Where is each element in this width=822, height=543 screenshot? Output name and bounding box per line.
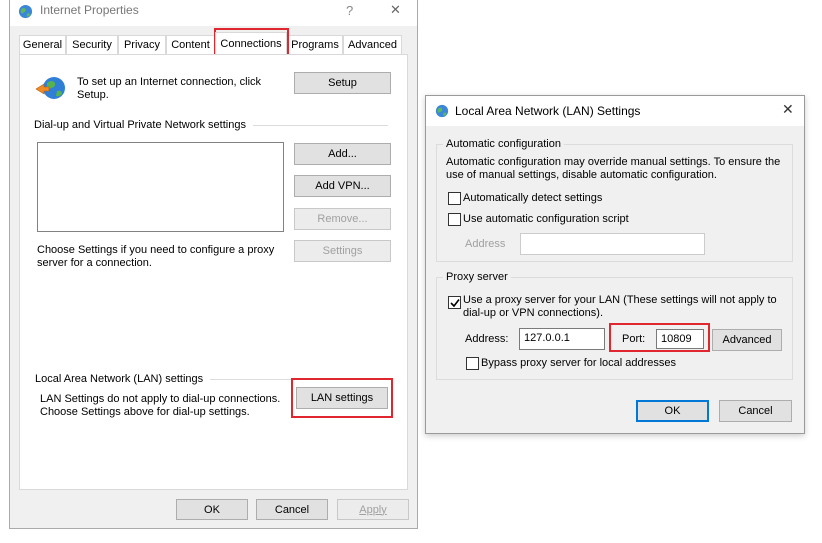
ok-button[interactable]: OK: [176, 499, 248, 520]
proxy-address-input[interactable]: 127.0.0.1: [519, 328, 605, 350]
dialog-title: Local Area Network (LAN) Settings: [455, 104, 641, 118]
port-input[interactable]: 10809: [656, 329, 704, 349]
add-button[interactable]: Add...: [294, 143, 391, 165]
proxy-hint: Choose Settings if you need to configure…: [37, 244, 275, 269]
lan-group-label: Local Area Network (LAN) settings: [35, 373, 204, 385]
internet-properties-window: Internet Properties ? ✕ General Security…: [9, 0, 418, 529]
tab-label: General: [22, 39, 63, 51]
lan-settings-button[interactable]: LAN settings: [296, 387, 388, 409]
auto-config-description: Automatic configuration may override man…: [446, 156, 781, 181]
bypass-checkbox[interactable]: [466, 357, 479, 370]
tab-label: Programs: [291, 39, 339, 51]
close-icon[interactable]: ✕: [390, 3, 401, 16]
advanced-button[interactable]: Advanced: [712, 329, 782, 351]
use-proxy-label[interactable]: Use a proxy server for your LAN (These s…: [463, 294, 788, 320]
internet-connection-wizard-icon: [34, 75, 66, 103]
dialup-group-label: Dial-up and Virtual Private Network sett…: [34, 119, 246, 131]
proxy-group-label: Proxy server: [443, 271, 511, 284]
lan-description: LAN Settings do not apply to dial-up con…: [40, 393, 281, 418]
tab-label: Security: [72, 39, 112, 51]
script-address-input[interactable]: [520, 233, 705, 255]
tab-label: Advanced: [348, 39, 397, 51]
cancel-button[interactable]: Cancel: [256, 499, 328, 520]
lan-settings-dialog: Local Area Network (LAN) Settings ✕ Auto…: [425, 95, 805, 434]
tab-label: Connections: [220, 37, 282, 50]
connections-list[interactable]: [37, 142, 284, 232]
dialup-group-divider: [253, 125, 388, 126]
globe-icon: [18, 4, 33, 19]
lan-ok-button[interactable]: OK: [636, 400, 709, 422]
setup-button[interactable]: Setup: [294, 72, 391, 94]
lan-group-divider: [210, 379, 390, 380]
checkmark-icon: [449, 298, 460, 307]
tab-connections[interactable]: Connections: [215, 32, 287, 54]
tab-privacy[interactable]: Privacy: [118, 35, 166, 54]
auto-detect-label[interactable]: Automatically detect settings: [463, 192, 602, 205]
settings-button[interactable]: Settings: [294, 240, 391, 262]
apply-button[interactable]: Apply: [337, 499, 409, 520]
auto-script-checkbox[interactable]: [448, 213, 461, 226]
proxy-address-label: Address:: [465, 333, 509, 345]
tab-label: Content: [171, 39, 210, 51]
tab-general[interactable]: General: [19, 35, 66, 54]
lan-cancel-button[interactable]: Cancel: [719, 400, 792, 422]
setup-description: To set up an Internet connection, click …: [77, 76, 262, 101]
tab-security[interactable]: Security: [66, 35, 118, 54]
window-title: Internet Properties: [40, 3, 139, 17]
bypass-label[interactable]: Bypass proxy server for local addresses: [481, 357, 676, 370]
auto-script-label[interactable]: Use automatic configuration script: [463, 213, 629, 226]
connections-tab-page: To set up an Internet connection, click …: [19, 54, 408, 490]
help-icon[interactable]: ?: [346, 4, 353, 17]
dialog-title-bar[interactable]: Local Area Network (LAN) Settings ✕: [426, 96, 804, 126]
auto-config-label: Automatic configuration: [443, 138, 564, 151]
globe-icon: [435, 104, 449, 118]
title-bar[interactable]: Internet Properties ? ✕: [10, 0, 417, 26]
add-vpn-button[interactable]: Add VPN...: [294, 175, 391, 197]
close-icon[interactable]: ✕: [782, 102, 794, 116]
use-proxy-checkbox[interactable]: [448, 296, 461, 309]
tab-advanced[interactable]: Advanced: [343, 35, 402, 54]
remove-button[interactable]: Remove...: [294, 208, 391, 230]
tab-content[interactable]: Content: [166, 35, 215, 54]
port-label: Port:: [622, 333, 646, 345]
auto-detect-checkbox[interactable]: [448, 192, 461, 205]
tab-label: Privacy: [123, 39, 161, 51]
script-address-label: Address: [465, 238, 506, 250]
tab-programs[interactable]: Programs: [287, 35, 343, 54]
